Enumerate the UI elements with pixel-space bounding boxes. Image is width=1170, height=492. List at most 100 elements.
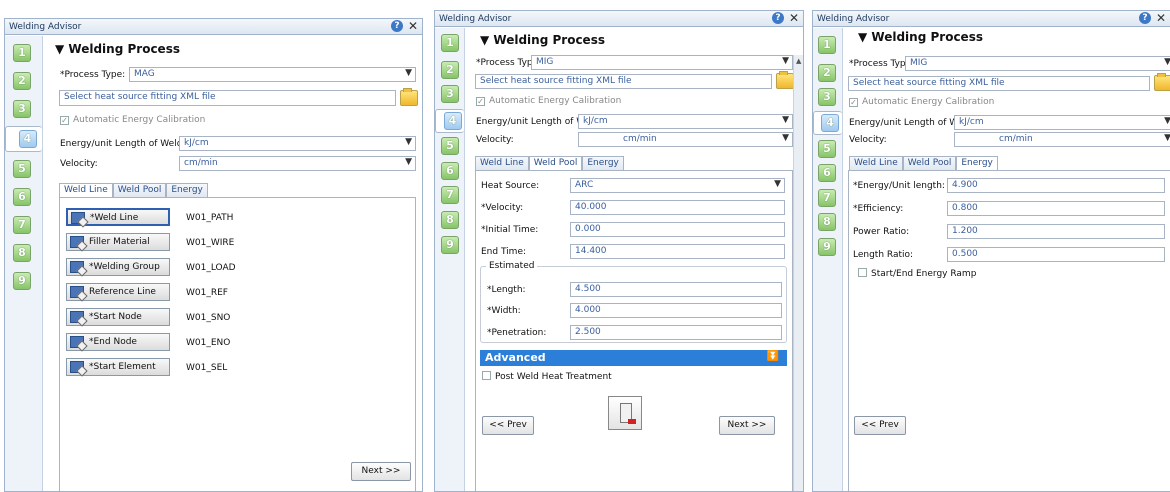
auto-calibration-checkbox[interactable]: ✓ Automatic Energy Calibration — [849, 97, 994, 107]
close-icon[interactable]: ✕ — [1156, 12, 1166, 24]
prev-button[interactable]: << Prev — [854, 416, 906, 435]
calculator-icon[interactable] — [608, 396, 642, 430]
close-icon[interactable]: ✕ — [408, 20, 418, 32]
step-6-button[interactable]: 6 — [13, 188, 31, 206]
end-node-button[interactable]: *End Node — [66, 333, 170, 351]
heat-source-select[interactable]: ARC ▼ — [570, 178, 785, 193]
start-node-button[interactable]: *Start Node — [66, 308, 170, 326]
heat-source-label: Heat Source: — [481, 181, 540, 191]
post-weld-heat-treatment-checkbox[interactable]: Post Weld Heat Treatment — [482, 371, 612, 382]
tab-weld-line[interactable]: Weld Line — [849, 156, 903, 170]
step-2-button[interactable]: 2 — [818, 64, 836, 82]
end-time-label: End Time: — [481, 247, 527, 257]
penetration-input[interactable]: 2.500 — [570, 325, 782, 340]
tab-weld-pool[interactable]: Weld Pool — [528, 156, 583, 171]
vertical-scrollbar[interactable]: ▲ — [793, 55, 803, 491]
next-button[interactable]: Next >> — [351, 462, 411, 481]
step-4-button[interactable]: 4 — [435, 109, 464, 133]
velocity-unit-select[interactable]: cm/min▼ — [954, 132, 1170, 147]
step-8-button[interactable]: 8 — [818, 213, 836, 231]
step-5-button[interactable]: 5 — [441, 137, 459, 155]
weld-line-button[interactable]: *Weld Line — [66, 208, 170, 226]
energy-tab-body: *Energy/Unit length: 4.900 *Efficiency: … — [848, 170, 1170, 491]
heat-source-xml-field[interactable]: Select heat source fitting XML file — [59, 90, 396, 106]
initial-time-input[interactable]: 0.000 — [570, 222, 785, 237]
tab-weld-pool[interactable]: Weld Pool — [112, 183, 167, 197]
folder-icon[interactable] — [400, 88, 418, 106]
step-9-button[interactable]: 9 — [818, 238, 836, 256]
panel-content: ▼ Welding Process *Process Type: MIG▼ Se… — [466, 28, 794, 491]
step-3-button[interactable]: 3 — [441, 85, 459, 103]
step-8-button[interactable]: 8 — [441, 211, 459, 229]
reference-line-button[interactable]: Reference Line — [66, 283, 170, 301]
prev-button[interactable]: << Prev — [482, 416, 534, 435]
close-icon[interactable]: ✕ — [789, 12, 799, 24]
velocity-input[interactable]: 40.000 — [570, 200, 785, 215]
heat-source-xml-field[interactable]: Select heat source fitting XML file — [475, 74, 772, 89]
power-ratio-input[interactable]: 1.200 — [947, 224, 1165, 239]
step-8-button[interactable]: 8 — [13, 244, 31, 262]
folder-icon[interactable] — [776, 71, 794, 89]
energy-length-unit-select[interactable]: kJ/cm▼ — [578, 114, 793, 129]
end-node-value: W01_ENO — [186, 338, 231, 348]
step-2-button[interactable]: 2 — [13, 72, 31, 90]
chevron-down-icon: ▼ — [782, 115, 789, 125]
energy-unit-length-input[interactable]: 4.900 — [947, 178, 1165, 193]
scroll-up-icon[interactable]: ▲ — [796, 57, 801, 65]
energy-length-unit-select[interactable]: kJ/cm▼ — [954, 115, 1170, 130]
step-6-button[interactable]: 6 — [818, 164, 836, 182]
tab-energy[interactable]: Energy — [166, 183, 208, 197]
tab-weld-pool[interactable]: Weld Pool — [902, 156, 957, 170]
filler-material-value: W01_WIRE — [186, 238, 235, 248]
step-7-button[interactable]: 7 — [441, 186, 459, 204]
step-3-button[interactable]: 3 — [13, 100, 31, 118]
tab-weld-line[interactable]: Weld Line — [475, 156, 529, 170]
step-1-button[interactable]: 1 — [818, 36, 836, 54]
help-icon[interactable]: ? — [771, 12, 784, 24]
step-5-button[interactable]: 5 — [818, 140, 836, 158]
step-6-button[interactable]: 6 — [441, 162, 459, 180]
next-button[interactable]: Next >> — [719, 416, 775, 435]
tab-energy[interactable]: Energy — [956, 156, 998, 171]
length-input[interactable]: 4.500 — [570, 282, 782, 297]
velocity-unit-select[interactable]: cm/min▼ — [179, 156, 416, 171]
step-1-button[interactable]: 1 — [441, 34, 459, 52]
filler-material-button[interactable]: Filler Material — [66, 233, 170, 251]
auto-calibration-checkbox[interactable]: ✓ Automatic Energy Calibration — [60, 115, 205, 125]
velocity-label: Velocity: — [60, 159, 98, 169]
process-type-select[interactable]: MIG▼ — [531, 55, 793, 70]
step-3-button[interactable]: 3 — [818, 88, 836, 106]
step-4-button[interactable]: 4 — [813, 111, 842, 135]
energy-length-unit-select[interactable]: kJ/cm▼ — [179, 136, 416, 151]
step-2-button[interactable]: 2 — [441, 61, 459, 79]
advanced-section-header[interactable]: Advanced ⏬ — [480, 350, 787, 366]
process-type-select[interactable]: MAG ▼ — [129, 67, 416, 82]
step-1-button[interactable]: 1 — [13, 44, 31, 62]
help-icon[interactable]: ? — [1138, 12, 1151, 24]
step-9-button[interactable]: 9 — [13, 272, 31, 290]
step-9-button[interactable]: 9 — [441, 236, 459, 254]
help-icon[interactable]: ? — [390, 20, 403, 32]
start-element-button[interactable]: *Start Element — [66, 358, 170, 376]
section-title[interactable]: ▼ Welding Process — [55, 42, 180, 56]
section-title[interactable]: ▼ Welding Process — [480, 33, 605, 47]
step-7-button[interactable]: 7 — [13, 216, 31, 234]
chevron-down-icon: ▼ — [1164, 133, 1170, 144]
auto-calibration-checkbox[interactable]: ✓ Automatic Energy Calibration — [476, 96, 621, 106]
tab-weld-line[interactable]: Weld Line — [59, 183, 113, 198]
step-7-button[interactable]: 7 — [818, 189, 836, 207]
length-ratio-input[interactable]: 0.500 — [947, 247, 1165, 262]
energy-ramp-checkbox[interactable]: Start/End Energy Ramp — [858, 268, 976, 279]
end-time-input[interactable]: 14.400 — [570, 244, 785, 259]
step-5-button[interactable]: 5 — [13, 160, 31, 178]
welding-group-button[interactable]: *Welding Group — [66, 258, 170, 276]
section-title[interactable]: ▼ Welding Process — [858, 30, 983, 44]
step-4-button[interactable]: 4 — [5, 126, 42, 152]
folder-icon[interactable] — [1154, 73, 1170, 91]
tab-energy[interactable]: Energy — [582, 156, 624, 170]
process-type-select[interactable]: MIG▼ — [905, 56, 1170, 71]
velocity-unit-select[interactable]: cm/min▼ — [578, 132, 793, 147]
efficiency-input[interactable]: 0.800 — [947, 201, 1165, 216]
width-input[interactable]: 4.000 — [570, 303, 782, 318]
heat-source-xml-field[interactable]: Select heat source fitting XML file — [848, 76, 1150, 91]
